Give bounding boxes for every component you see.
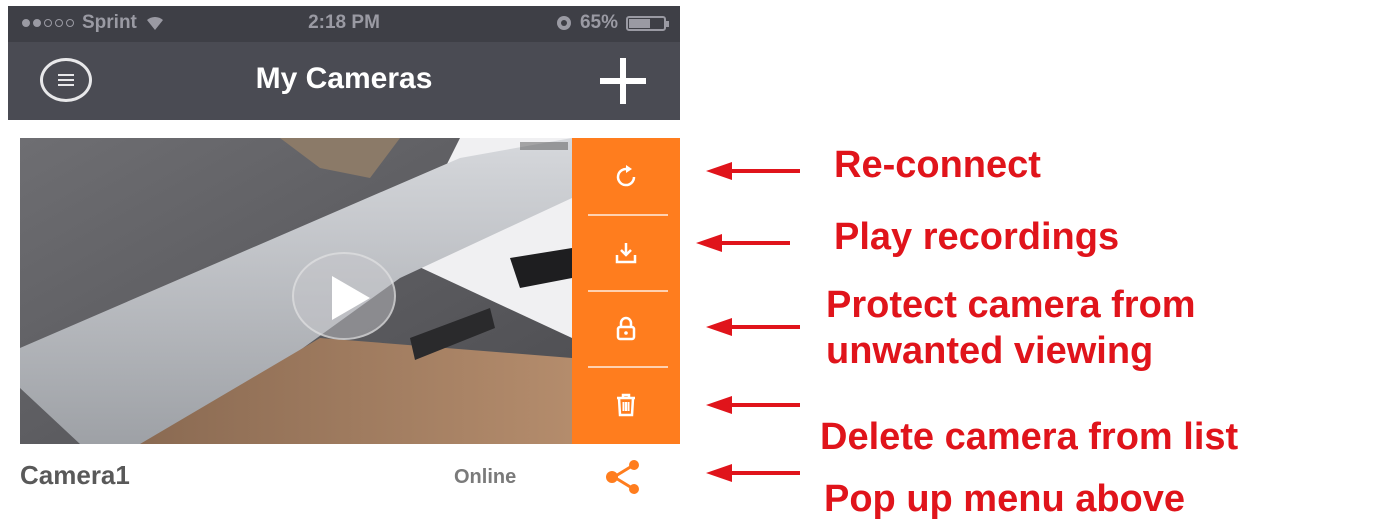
camera-feed[interactable] [20, 138, 572, 444]
arrow-left-icon [706, 162, 800, 180]
nav-bar: My Cameras [8, 42, 680, 120]
annotation-protect-line2: unwanted viewing [826, 330, 1154, 372]
protect-camera-button[interactable] [572, 292, 680, 366]
arrow-left-icon [706, 318, 800, 336]
popup-menu-button[interactable] [600, 459, 646, 495]
annotation-reconnect: Re-connect [834, 144, 1041, 186]
status-bar: Sprint 2:18 PM 65% [8, 6, 680, 42]
annotation-play-recordings: Play recordings [834, 216, 1120, 258]
add-camera-button[interactable] [598, 56, 648, 106]
arrow-left-icon [706, 396, 800, 414]
arrow-left-icon [706, 464, 800, 482]
download-icon [615, 243, 637, 264]
annotation-protect-line1: Protect camera from [826, 284, 1196, 326]
share-icon [606, 460, 639, 494]
camera-action-panel [572, 138, 680, 444]
delete-camera-button[interactable] [572, 368, 680, 442]
lock-icon [616, 316, 636, 341]
page-title: My Cameras [255, 62, 433, 95]
annotation-protect-camera: Protect camera from unwanted viewing [826, 282, 1196, 374]
reconnect-button[interactable] [572, 140, 680, 214]
play-recordings-button[interactable] [572, 216, 680, 290]
battery-percent: 65% [579, 12, 618, 33]
camera-name: Camera1 [20, 460, 130, 490]
arrow-left-icon [696, 234, 790, 252]
battery-icon [626, 15, 669, 31]
annotation-popup-menu: Pop up menu above [824, 478, 1186, 520]
status-right: 65% [556, 12, 669, 34]
play-button[interactable] [292, 252, 396, 340]
trash-icon [617, 393, 635, 417]
orientation-lock-icon [556, 16, 571, 30]
status-badge: Online [454, 466, 517, 488]
play-icon [332, 276, 370, 320]
reconnect-icon [616, 165, 636, 187]
annotation-delete-camera: Delete camera from list [820, 416, 1239, 458]
